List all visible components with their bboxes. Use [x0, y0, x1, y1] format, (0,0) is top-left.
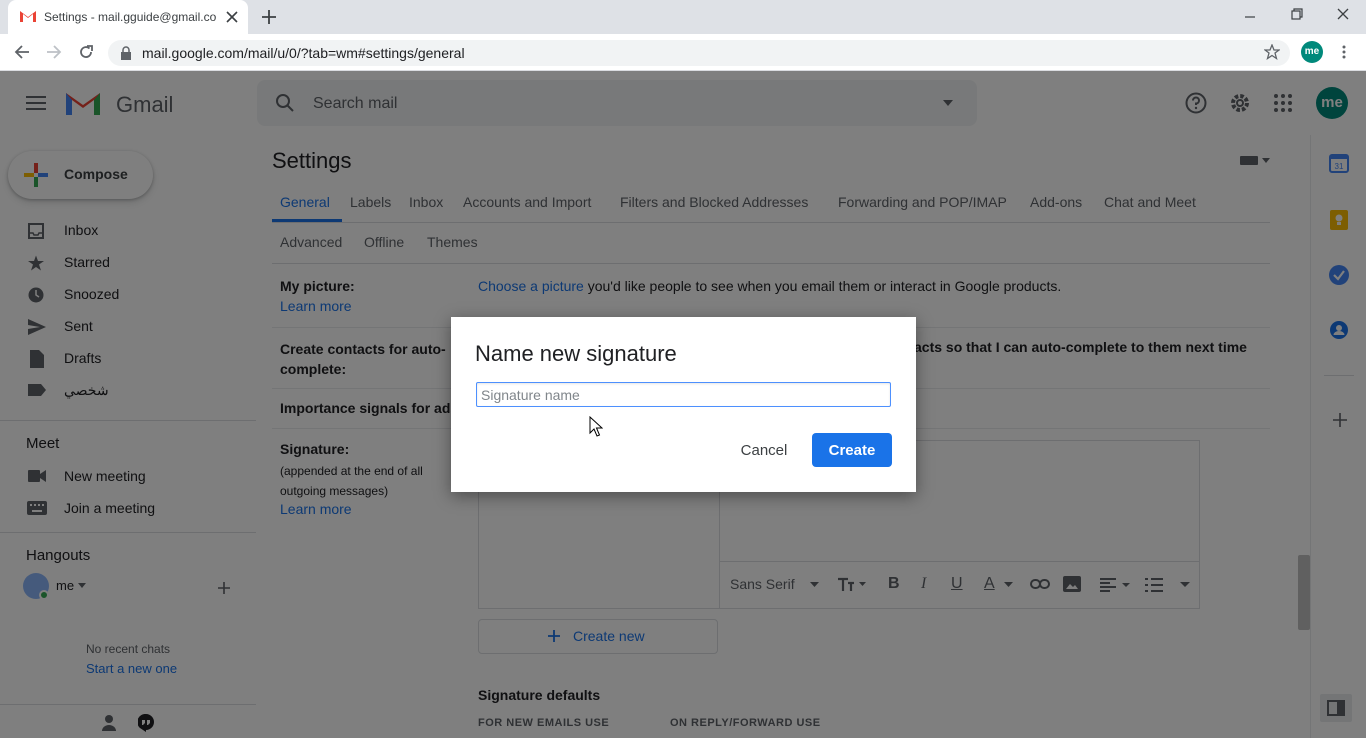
restore-icon[interactable]	[1291, 8, 1303, 20]
forward-icon[interactable]	[46, 44, 62, 60]
create-button[interactable]: Create	[812, 433, 892, 467]
tab-title: Settings - mail.gguide@gmail.co	[44, 10, 217, 24]
lock-icon[interactable]	[120, 46, 132, 60]
signature-name-input[interactable]	[476, 382, 891, 407]
new-tab-icon[interactable]	[262, 10, 276, 24]
cancel-button[interactable]: Cancel	[732, 433, 796, 467]
reload-icon[interactable]	[78, 44, 94, 60]
mouse-cursor-icon	[589, 416, 603, 437]
minimize-icon[interactable]	[1244, 12, 1256, 22]
back-icon[interactable]	[14, 44, 30, 60]
gmail-favicon-icon	[20, 11, 36, 22]
bookmark-star-icon[interactable]	[1264, 44, 1280, 60]
window-close-icon[interactable]	[1337, 8, 1349, 20]
url-text[interactable]: mail.google.com/mail/u/0/?tab=wm#setting…	[142, 45, 465, 61]
browser-profile-avatar[interactable]: me	[1301, 41, 1323, 63]
dialog-title: Name new signature	[475, 341, 677, 366]
close-tab-icon[interactable]	[226, 11, 238, 23]
browser-tab[interactable]: Settings - mail.gguide@gmail.co	[8, 0, 248, 34]
browser-menu-icon[interactable]	[1341, 44, 1347, 60]
name-signature-dialog: Name new signature Cancel Create	[451, 317, 916, 492]
